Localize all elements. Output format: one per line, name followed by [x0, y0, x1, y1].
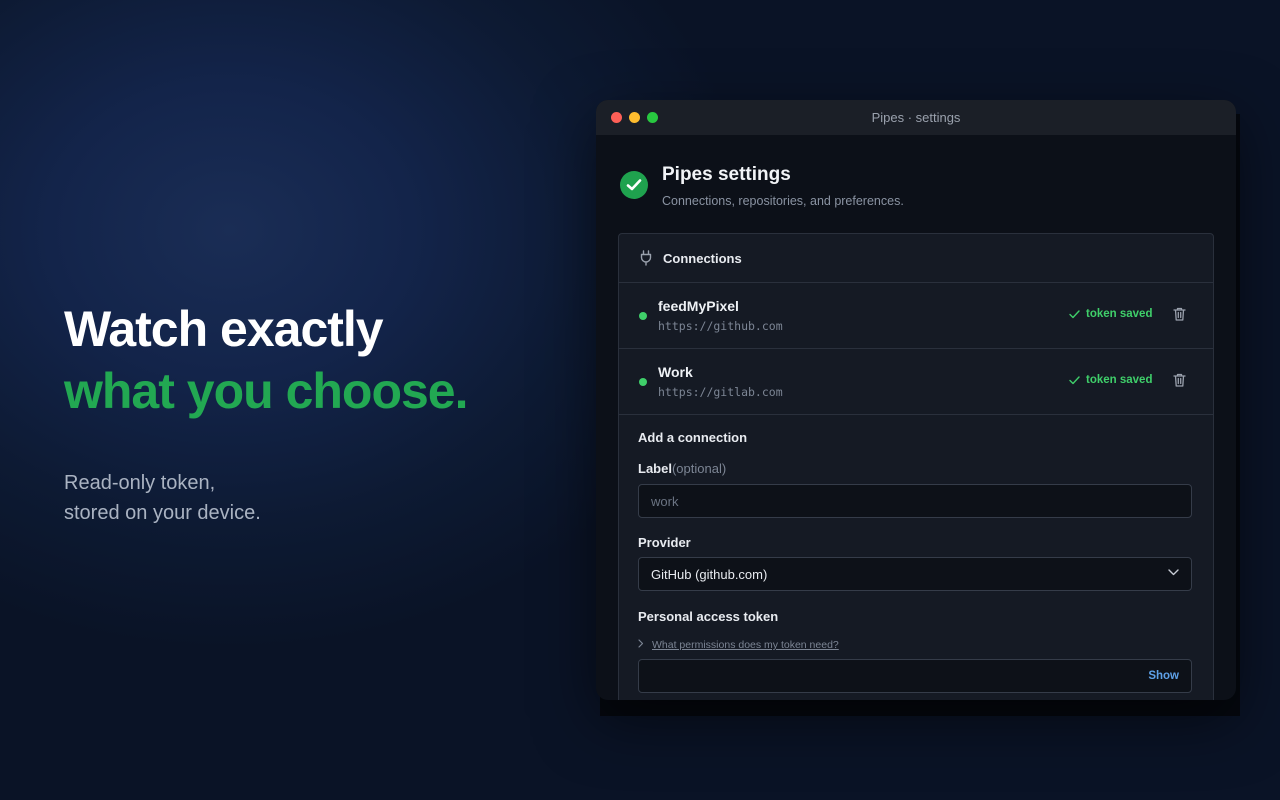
hero-sub-line-2: stored on your device.: [64, 502, 261, 524]
page-subtitle: Connections, repositories, and preferenc…: [662, 194, 904, 208]
provider-select[interactable]: GitHub (github.com): [638, 557, 1192, 591]
status-dot-icon: [639, 378, 647, 386]
provider-select-value: GitHub (github.com): [651, 567, 768, 582]
label-input[interactable]: [639, 485, 1191, 517]
hero-headline: Watch exactly what you choose.: [64, 298, 469, 422]
label-field-label: Label(optional): [638, 461, 726, 476]
token-help-disclosure[interactable]: What permissions does my token need?: [638, 639, 839, 651]
connection-name: feedMyPixel: [658, 298, 739, 314]
hero-line-2: what you choose.: [64, 363, 469, 419]
label-input-box: [638, 484, 1192, 518]
checkmark-icon: [1069, 376, 1080, 385]
token-input[interactable]: [639, 660, 1191, 692]
check-icon: [620, 171, 648, 199]
connections-panel: Connections feedMyPixel https://github.c…: [618, 233, 1214, 700]
token-saved-badge: token saved: [1069, 308, 1152, 320]
settings-window: Pipes · settings Pipes settings Connecti…: [596, 100, 1236, 700]
window-titlebar[interactable]: Pipes · settings: [596, 100, 1236, 135]
token-field-label: Personal access token: [638, 609, 779, 624]
token-saved-badge: token saved: [1069, 374, 1152, 386]
checkmark-icon: [1069, 310, 1080, 319]
connection-url: https://github.com: [658, 319, 783, 333]
connection-row: Work https://gitlab.com token saved: [619, 349, 1213, 415]
connection-name: Work: [658, 364, 693, 380]
connections-header: Connections: [619, 234, 1213, 283]
trash-icon[interactable]: [1173, 307, 1186, 321]
optional-hint: (optional): [671, 461, 727, 476]
hero-sub-line-1: Read-only token,: [64, 472, 216, 494]
token-help-link[interactable]: What permissions does my token need?: [652, 639, 839, 651]
trash-icon[interactable]: [1173, 373, 1186, 387]
hero-subtitle: Read-only token, stored on your device.: [64, 468, 261, 528]
add-connection-title: Add a connection: [638, 430, 748, 445]
token-saved-label: token saved: [1086, 308, 1153, 320]
window-title: Pipes · settings: [871, 110, 961, 125]
page-title: Pipes settings: [662, 164, 791, 185]
connection-url: https://gitlab.com: [658, 385, 783, 399]
connections-title: Connections: [663, 251, 742, 266]
plug-icon: [640, 250, 652, 266]
provider-field-label: Provider: [638, 535, 691, 550]
token-input-box: Show: [638, 659, 1192, 693]
token-saved-label: token saved: [1086, 374, 1153, 386]
chevron-down-icon: [1168, 569, 1179, 576]
label-field-text: Label: [638, 461, 672, 476]
show-token-button[interactable]: Show: [1148, 670, 1179, 682]
chevron-right-icon: [638, 639, 644, 648]
status-dot-icon: [639, 312, 647, 320]
connection-row: feedMyPixel https://github.com token sav…: [619, 283, 1213, 349]
hero-line-1: Watch exactly: [64, 301, 384, 357]
